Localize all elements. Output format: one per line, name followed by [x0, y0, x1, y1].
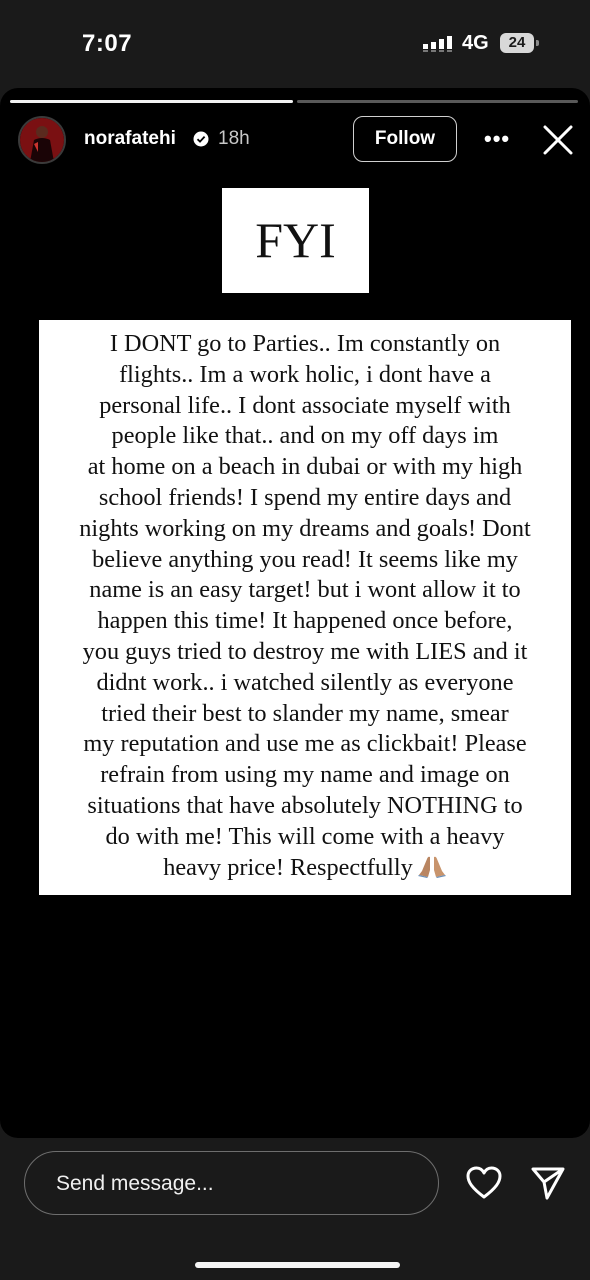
- statement-line: believe anything you read! It seems like…: [92, 545, 518, 573]
- fyi-title-card: FYI: [222, 188, 369, 293]
- statement-line: you guys tried to destroy me with LIES a…: [82, 637, 528, 665]
- avatar[interactable]: [18, 116, 66, 164]
- statement-line: nights working on my dreams and goals! D…: [79, 514, 531, 542]
- verified-badge-icon: [193, 131, 209, 147]
- story-viewer[interactable]: norafatehi 18h Follow ••• FYI I DONT go …: [0, 88, 590, 1138]
- statement-line: flights.. Im a work holic, i dont have a: [119, 360, 491, 388]
- heart-icon[interactable]: [466, 1166, 502, 1200]
- statement-line: name is an easy target! but i wont allow…: [89, 576, 521, 604]
- statement-line: personal life.. I dont associate myself …: [99, 391, 511, 419]
- statement-line: heavy price! Respectfully: [163, 853, 413, 881]
- story-progress-segment-1: [10, 100, 293, 103]
- statement-line: situations that have absolutely NOTHING …: [87, 791, 523, 819]
- send-icon[interactable]: [530, 1165, 566, 1201]
- statement-line: didnt work.. i watched silently as every…: [96, 668, 514, 696]
- status-time: 7:07: [82, 30, 133, 57]
- statement-line: my reputation and use me as clickbait! P…: [83, 730, 527, 758]
- story-username[interactable]: norafatehi: [84, 128, 176, 150]
- status-bar: 7:07 4G 24: [0, 0, 590, 90]
- statement-line: school friends! I spend my entire days a…: [98, 483, 512, 511]
- battery-tip: [536, 40, 539, 46]
- more-options-button[interactable]: •••: [484, 126, 510, 152]
- folded-hands-icon: [417, 856, 446, 878]
- statement-text: I DONT go to Parties.. Im constantly on …: [43, 329, 567, 883]
- signal-icon: [423, 36, 452, 52]
- battery-indicator: 24: [500, 33, 534, 53]
- story-time-ago: 18h: [218, 128, 250, 149]
- home-indicator: [195, 1262, 400, 1268]
- statement-line: happen this time! It happened once befor…: [97, 607, 513, 635]
- statement-line: tried their best to slander my name, sme…: [101, 699, 509, 727]
- statement-line: people like that.. and on my off days im: [111, 422, 499, 450]
- network-type: 4G: [462, 32, 489, 54]
- statement-line: at home on a beach in dubai or with my h…: [87, 453, 523, 481]
- statement-line: I DONT go to Parties.. Im constantly on: [109, 330, 501, 357]
- story-progress-segment-2: [297, 100, 578, 103]
- follow-button[interactable]: Follow: [353, 116, 457, 162]
- fyi-title: FYI: [255, 212, 336, 268]
- close-icon[interactable]: [540, 122, 576, 158]
- statement-line: refrain from using my name and image on: [100, 761, 510, 789]
- send-message-placeholder: Send message...: [56, 1172, 214, 1195]
- statement-card: I DONT go to Parties.. Im constantly on …: [39, 320, 571, 895]
- statement-line: do with me! This will come with a heavy: [105, 822, 505, 850]
